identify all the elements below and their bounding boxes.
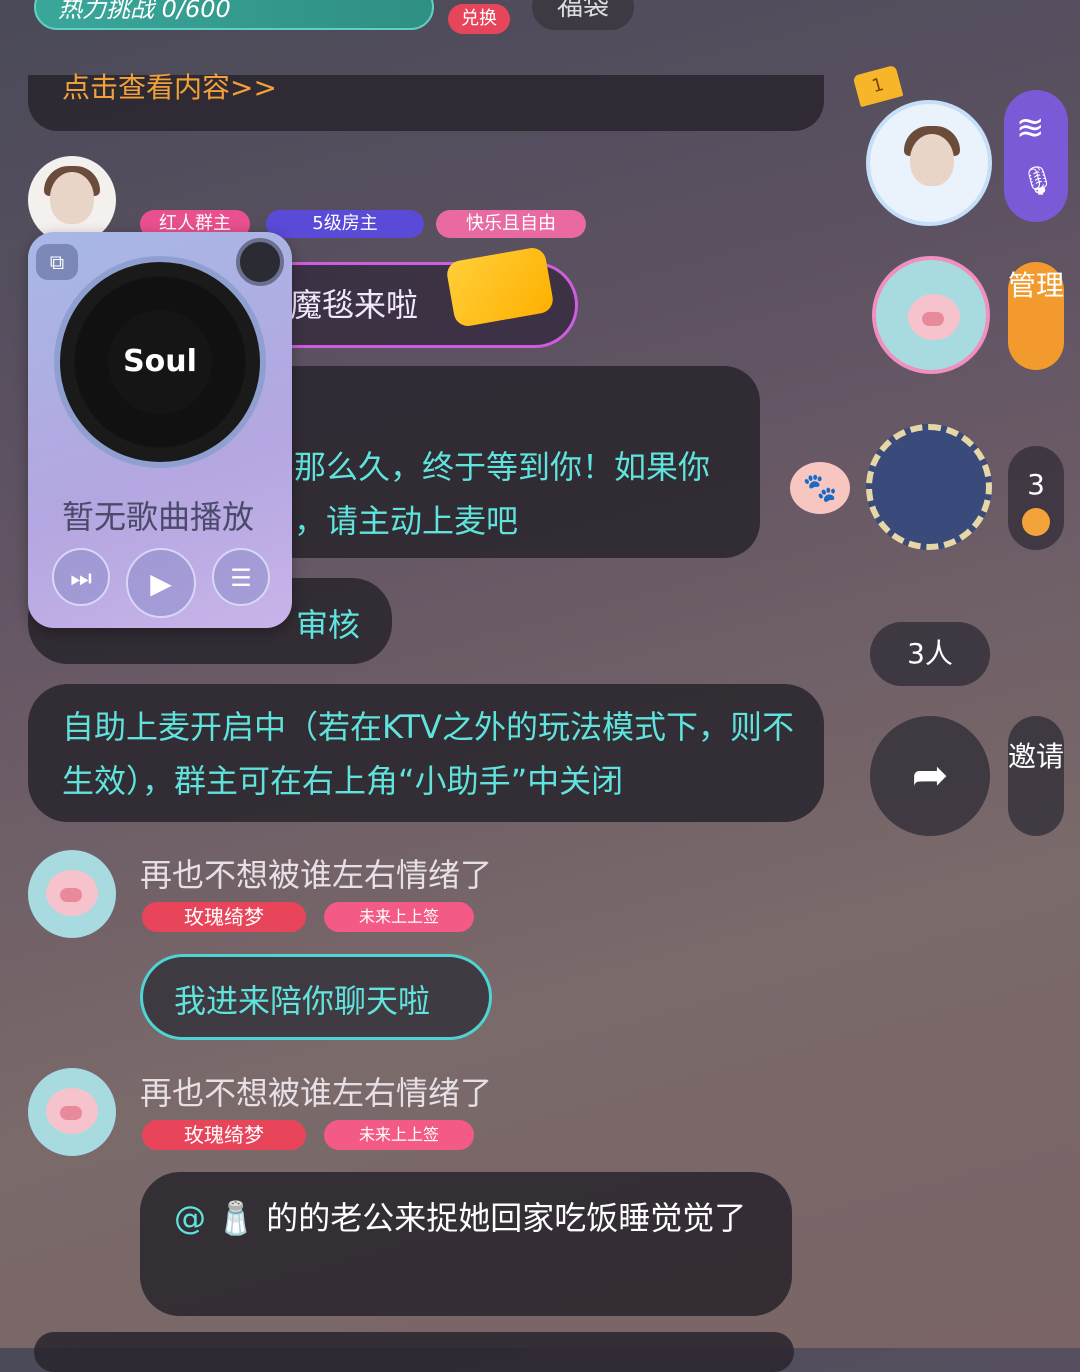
seat-avatar-guest[interactable] [866,424,992,550]
username[interactable]: 再也不想被谁左右情绪了 [140,1068,492,1114]
heat-challenge-pill[interactable]: 热力挑战 0/600 [34,0,434,30]
mention-text: @ 🧂 的的老公来捉她回家吃饭睡觉觉了 [174,1190,774,1246]
tonearm-icon [236,238,284,286]
user-avatar[interactable] [28,1068,116,1156]
magic-carpet-text: 魔毯来啦 [290,286,419,324]
paw-icon[interactable]: 🐾 [790,462,850,514]
pig-nose [60,888,82,902]
welcome-line-2: ，请主动上麦吧 [294,502,519,540]
salt-shaker-icon: 🧂 [216,1199,257,1237]
player-status: 暂无歌曲播放 [62,498,255,536]
exchange-badge[interactable]: 兑换 [448,4,510,34]
gift-count-pill[interactable]: 3 [1008,446,1064,550]
mention-at[interactable]: @ [174,1199,206,1237]
player-brand: Soul [108,310,212,414]
microphone-icon: 🎙 [1020,164,1056,197]
play-next-icon[interactable]: ⏭ [52,548,110,606]
welcome-text: 那么久，终于等到你！如果你 ，请主动上麦吧 [294,440,744,548]
happy-free-tag: 快乐且自由 [436,210,586,238]
share-icon[interactable]: ➦ [870,716,990,836]
view-content-link[interactable]: 点击查看内容>> [62,66,277,106]
level-host-tag: 5级房主 [266,210,424,238]
welcome-line-1: 那么久，终于等到你！如果你 [294,448,711,486]
audit-text: 审核 [296,606,361,644]
next-message-bubble [34,1332,794,1372]
minimize-player-icon[interactable]: ⧉ [36,244,78,280]
system-message-text: 自助上麦开启中（若在KTV之外的玩法模式下，则不生效），群主可在右上角“小助手”… [62,708,794,800]
signal-icon: ≋ [1016,108,1045,148]
rose-dream-tag: 玫瑰绮梦 [142,902,306,932]
user-avatar[interactable] [28,850,116,938]
crown-icon: 1 [852,64,904,108]
seat-avatar-admin[interactable] [872,256,990,374]
host-avatar[interactable] [28,156,116,244]
avatar-face [50,172,94,224]
rose-dream-tag: 玫瑰绮梦 [142,1120,306,1150]
lucky-sign-tag: 未来上上签 [324,902,474,932]
pig-nose [60,1106,82,1120]
lucky-sign-tag: 未来上上签 [324,1120,474,1150]
playlist-icon[interactable]: ☰ [212,548,270,606]
mention-message: 的的老公来捉她回家吃饭睡觉觉了 [266,1199,747,1237]
lucky-bag-button[interactable]: 福袋 [532,0,634,30]
invite-button[interactable]: 邀请 [1008,716,1064,836]
avatar-face [910,134,954,186]
online-count[interactable]: 3人 [870,622,990,686]
chat-text: 我进来陪你聊天啦 [174,982,431,1020]
coin-icon [1022,508,1050,536]
seat-avatar-host[interactable] [866,100,992,226]
username[interactable]: 再也不想被谁左右情绪了 [140,850,492,896]
pig-nose [922,312,944,326]
gift-count: 3 [1027,468,1045,501]
play-icon[interactable]: ▶ [126,548,196,618]
manage-button[interactable]: 管理 [1008,262,1064,370]
